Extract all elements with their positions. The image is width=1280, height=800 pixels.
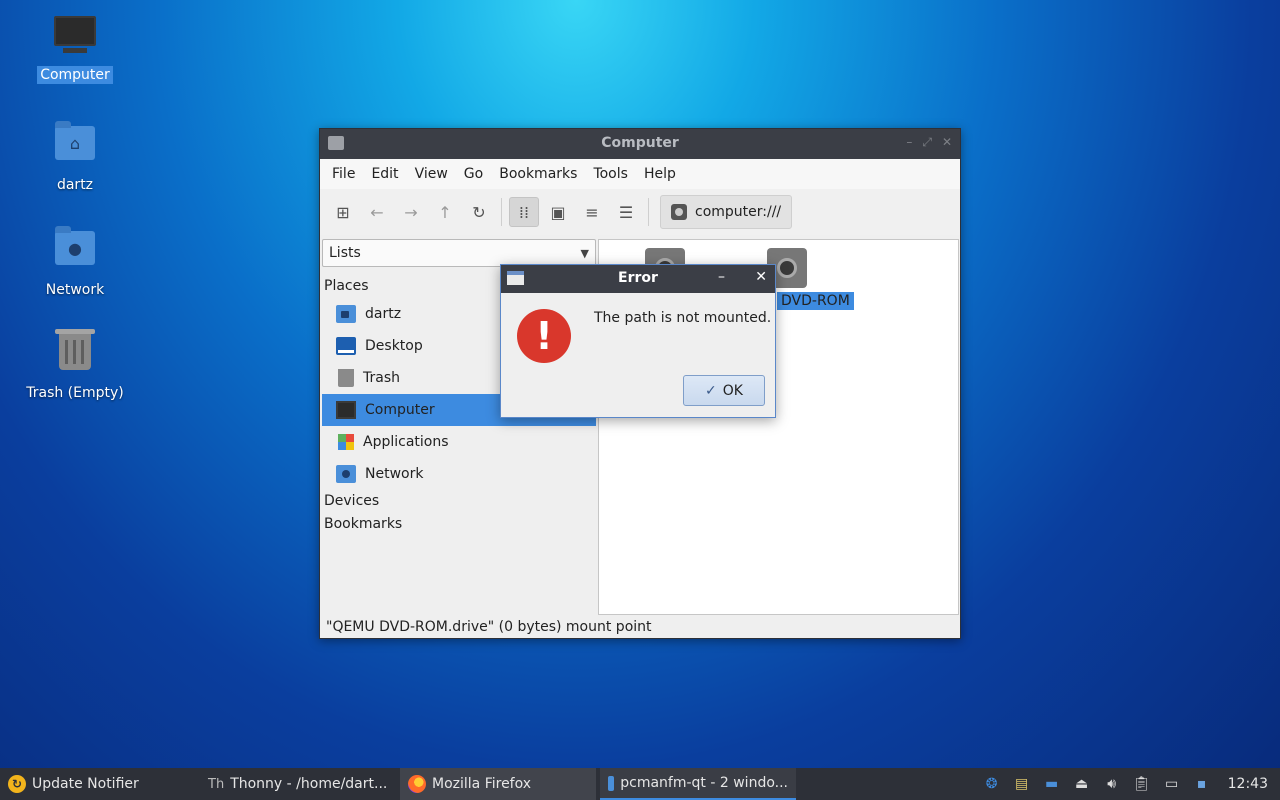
place-label: Computer (365, 402, 435, 418)
firefox-icon (408, 775, 426, 793)
task-thonny[interactable]: Th Thonny - /home/dart... (200, 768, 400, 800)
icon-view-icon[interactable]: ⁞⁞ (509, 197, 539, 227)
toolbar: ⊞ ← → ↑ ↻ ⁞⁞ ▣ ≡ ☰ computer:/// (320, 189, 960, 235)
dialog-titlebar[interactable]: Error – ✕ (501, 265, 775, 293)
status-bar: "QEMU DVD-ROM.drive" (0 bytes) mount poi… (320, 616, 960, 638)
file-manager-icon (608, 775, 615, 791)
menu-tools[interactable]: Tools (585, 166, 636, 182)
eject-icon[interactable]: ⏏ (1072, 774, 1092, 794)
computer-icon (336, 401, 356, 419)
network-icon[interactable]: ▭ (1162, 774, 1182, 794)
file-manager-launcher-icon[interactable]: ▤ (1012, 774, 1032, 794)
taskbar: ↻ Update Notifier Th Thonny - /home/dart… (0, 768, 1280, 800)
error-icon: ! (517, 309, 571, 363)
place-label: Applications (363, 434, 449, 450)
volume-icon[interactable]: 🔊︎ (1102, 774, 1122, 794)
reload-icon[interactable]: ↻ (464, 197, 494, 227)
thumbnail-view-icon[interactable]: ▣ (543, 197, 573, 227)
minimize-icon[interactable]: – (906, 135, 912, 150)
place-label: Desktop (365, 338, 423, 354)
menu-bookmarks[interactable]: Bookmarks (491, 166, 585, 182)
path-text: computer:/// (695, 204, 782, 220)
menu-edit[interactable]: Edit (363, 166, 406, 182)
desktop-icon-home[interactable]: ⌂ dartz (10, 120, 140, 194)
window-titlebar[interactable]: Computer – ⤢ ✕ (320, 129, 960, 159)
minimize-icon[interactable]: – (718, 269, 725, 285)
error-dialog: Error – ✕ ! The path is not mounted. ✓ O… (500, 264, 776, 418)
applications-icon (338, 434, 354, 450)
maximize-icon[interactable]: ⤢ (922, 135, 932, 150)
ok-button[interactable]: ✓ OK (683, 375, 765, 406)
place-label: Network (365, 466, 424, 482)
side-panel-mode-value: Lists (329, 245, 361, 261)
desktop-icon-label: Network (45, 282, 105, 298)
task-label: Thonny - /home/dart... (230, 776, 388, 792)
notification-icon[interactable]: ▪ (1192, 774, 1212, 794)
detailed-list-view-icon[interactable]: ☰ (611, 197, 641, 227)
trash-icon (338, 369, 354, 387)
compact-view-icon[interactable]: ≡ (577, 197, 607, 227)
home-folder-icon: ⌂ (53, 121, 97, 170)
home-folder-icon (336, 305, 356, 323)
menu-go[interactable]: Go (456, 166, 491, 182)
task-label: Mozilla Firefox (432, 776, 532, 792)
task-update-notifier[interactable]: ↻ Update Notifier (0, 768, 200, 800)
thonny-icon: Th (208, 776, 225, 792)
network-folder-icon: ● (53, 226, 97, 275)
desktop-icon-label: Trash (Empty) (26, 385, 124, 401)
menu-file[interactable]: File (324, 166, 363, 182)
menu-bar: File Edit View Go Bookmarks Tools Help (320, 159, 960, 189)
task-label: pcmanfm-qt - 2 windo... (620, 775, 788, 791)
task-firefox[interactable]: Mozilla Firefox (400, 768, 596, 800)
place-item-network[interactable]: Network (322, 458, 596, 490)
desktop-icon-network[interactable]: ● Network (10, 225, 140, 299)
dialog-title: Error (618, 270, 658, 286)
section-bookmarks[interactable]: Bookmarks (322, 513, 596, 536)
network-folder-icon (336, 465, 356, 483)
section-devices[interactable]: Devices (322, 490, 596, 513)
side-panel-mode-select[interactable]: Lists ▼ (322, 239, 596, 267)
desktop-icon-trash[interactable]: Trash (Empty) (10, 329, 140, 402)
trash-icon (53, 329, 97, 378)
toolbar-separator (501, 198, 502, 226)
error-message: The path is not mounted. (594, 310, 772, 326)
file-item-label[interactable]: DVD-ROM (777, 292, 854, 310)
checkmark-icon: ✓ (705, 382, 717, 399)
computer-icon (53, 16, 97, 60)
up-arrow-icon[interactable]: ↑ (430, 197, 460, 227)
menu-help[interactable]: Help (636, 166, 684, 182)
clipboard-icon[interactable]: 📋︎ (1132, 774, 1152, 794)
system-tray: ❂ ▤ ▬ ⏏ 🔊︎ 📋︎ ▭ ▪ 12:43 (982, 768, 1280, 800)
task-label: Update Notifier (32, 776, 139, 792)
ok-button-label: OK (722, 382, 743, 399)
desktop-launcher-icon[interactable]: ▬ (1042, 774, 1062, 794)
clock[interactable]: 12:43 (1228, 776, 1268, 792)
update-notifier-icon: ↻ (8, 775, 26, 793)
desktop-icon (336, 337, 356, 355)
close-icon[interactable]: ✕ (755, 269, 767, 285)
new-tab-icon[interactable]: ⊞ (328, 197, 358, 227)
chevron-down-icon: ▼ (580, 246, 589, 260)
task-pcmanfm[interactable]: pcmanfm-qt - 2 windo... (600, 768, 796, 800)
place-item-applications[interactable]: Applications (322, 426, 596, 458)
forward-arrow-icon[interactable]: → (396, 197, 426, 227)
back-arrow-icon[interactable]: ← (362, 197, 392, 227)
desktop-icon-computer[interactable]: Computer (10, 16, 140, 84)
toolbar-separator (648, 198, 649, 226)
desktop-icon-label: dartz (56, 177, 94, 193)
place-label: Trash (363, 370, 400, 386)
lubuntu-logo-icon[interactable]: ❂ (982, 774, 1002, 794)
place-label: dartz (365, 306, 402, 322)
drive-icon (671, 204, 687, 220)
close-icon[interactable]: ✕ (942, 135, 952, 150)
menu-view[interactable]: View (407, 166, 456, 182)
desktop-icon-label: Computer (37, 66, 113, 84)
window-title: Computer (601, 135, 679, 151)
path-bar[interactable]: computer:/// (660, 195, 793, 229)
